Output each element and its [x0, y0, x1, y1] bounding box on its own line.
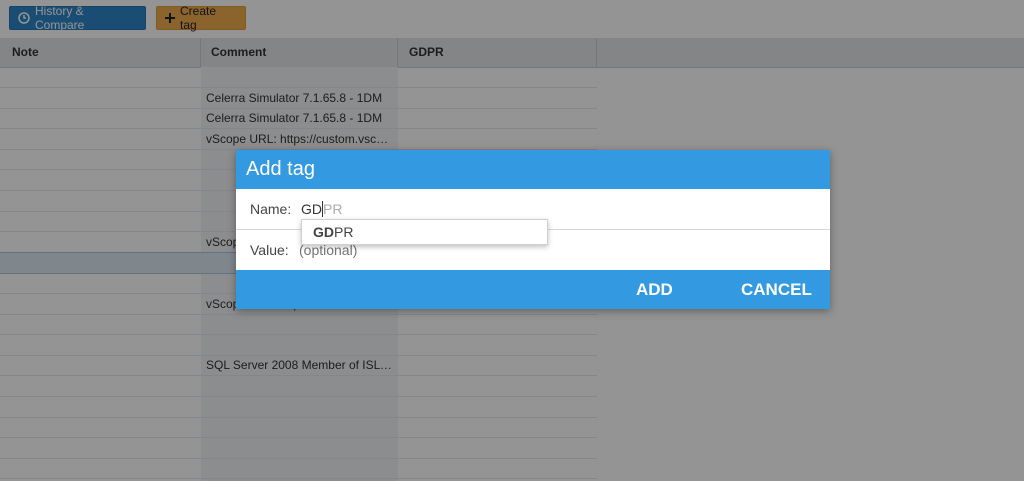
dialog-footer: ADD CANCEL: [236, 270, 830, 309]
cancel-button[interactable]: CANCEL: [741, 270, 812, 309]
suggestion-match: GD: [313, 224, 334, 240]
name-label: Name:: [250, 201, 292, 217]
add-button[interactable]: ADD: [636, 270, 673, 309]
dialog-title: Add tag: [236, 150, 830, 189]
name-autocomplete-hint: PR: [323, 201, 343, 217]
value-label: Value:: [250, 242, 289, 258]
suggestion-rest: PR: [334, 224, 354, 240]
name-input-text: GD: [301, 201, 322, 217]
autocomplete-dropdown: GDPR: [301, 219, 548, 245]
autocomplete-option-gdpr[interactable]: GDPR: [313, 220, 353, 244]
